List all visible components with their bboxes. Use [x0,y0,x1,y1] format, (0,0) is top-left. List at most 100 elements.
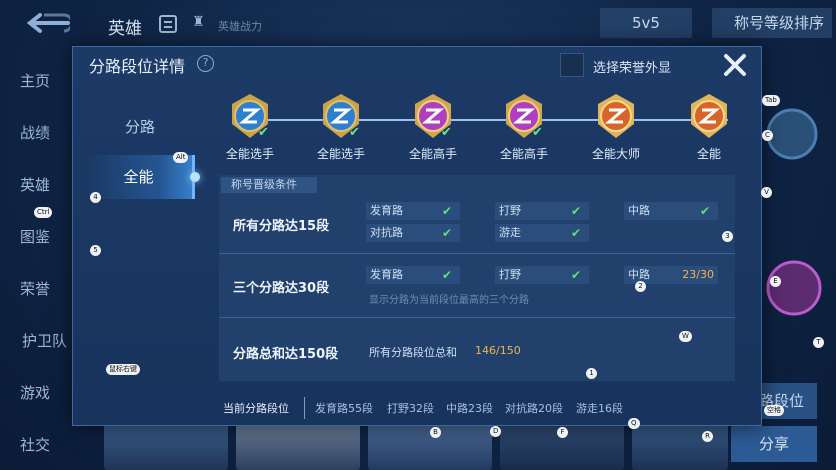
check-icon: ✔ [570,268,581,282]
key-hint: Ctrl [34,207,53,218]
check-icon: ✔ [570,204,581,218]
check-icon: ✔ [441,226,452,240]
sidenav-item-guard[interactable]: 护卫队 [22,330,67,351]
sidenav-item-social[interactable]: 社交 [20,434,50,455]
footer-item: 游走16段 [576,402,623,415]
sidenav-item-hero[interactable]: 英雄 [20,174,50,195]
key-hint: 3 [722,231,733,242]
condition-title: 三个分路达30段 [233,281,330,296]
key-hint: T [813,337,824,348]
key-hint: Q [628,418,640,429]
chip-label: 对抗路 [370,226,403,239]
condition-chip: 发育路 ✔ [366,202,460,220]
key-hint: 2 [635,281,646,292]
rank-name: 全能选手 [225,147,274,161]
tab-all-round-label: 全能 [123,168,154,186]
background-card [632,424,728,470]
check-icon: ✔ [699,204,710,218]
help-icon[interactable]: ? [193,51,218,76]
condition-chip: 打野 ✔ [495,266,589,284]
background-card [236,424,360,470]
footer-item: 打野32段 [387,402,434,415]
sidenav-item-game[interactable]: 游戏 [20,382,50,403]
key-hint: C [762,130,773,141]
key-hint: W [679,331,692,342]
condition-title: 分路总和达150段 [233,347,339,362]
rank-name: 全能高手 [499,147,548,161]
sort-select[interactable]: 称号等级排序 [712,8,832,38]
sidenav-item-honor[interactable]: 荣誉 [20,278,50,299]
key-hint: 空格 [764,405,784,416]
key-hint: R [702,431,713,442]
key-hint: Tab [762,95,780,106]
condition-chip: 打野 ✔ [495,202,589,220]
power-label: 英雄战力 [218,20,262,33]
chip-progress: 23/30 [682,268,714,281]
mode-select[interactable]: 5v5 [600,8,692,38]
condition-note: 显示分路为当前段位最高的三个分路 [369,295,529,306]
rank-name: 全能高手 [408,147,457,161]
background-card [104,424,228,470]
power-icon: ♜ [192,14,205,30]
key-hint: B [430,427,441,438]
footer-divider [304,397,305,419]
divider [219,317,735,318]
rank-item: ✔ 全能选手 [301,93,381,165]
footer-item: 中路23段 [446,402,493,415]
key-hint: 鼠标右键 [106,364,140,375]
conditions-header: 称号晋级条件 [221,177,317,193]
sidenav-item-record[interactable]: 战绩 [20,122,50,143]
chip-label: 中路 [628,204,650,217]
check-icon: ✔ [570,226,581,240]
footer-item: 发育路55段 [315,402,373,415]
sidenav-item-codex[interactable]: 图鉴 [20,226,50,247]
check-icon: ✔ [441,204,452,218]
rank-name: 全能大师 [591,147,640,161]
check-icon: ✔ [441,125,452,140]
chip-label: 发育路 [370,204,403,217]
key-hint: 4 [90,192,101,203]
key-hint: E [770,276,781,287]
honor-display-checkbox[interactable] [560,53,584,77]
share-button[interactable]: 分享 [731,426,817,462]
key-hint: V [761,187,772,198]
check-icon: ✔ [441,268,452,282]
divider [219,253,735,254]
sum-label: 所有分路段位总和 [369,346,457,359]
footer-item: 对抗路20段 [505,402,563,415]
condition-chip: 对抗路 ✔ [366,224,460,242]
sidenav-item-home[interactable]: 主页 [20,70,50,91]
check-icon: ✔ [258,125,269,140]
background-sidenav: 主页 战绩 英雄 图鉴 荣誉 护卫队 游戏 社交 [0,44,74,470]
chip-label: 中路 [628,268,650,281]
rank-name: 全能 [696,147,721,161]
check-icon: ✔ [532,125,543,140]
sum-progress: 146/150 [475,344,521,357]
condition-chip: 游走 ✔ [495,224,589,242]
key-hint: F [557,427,568,438]
modal-title: 分路段位详情 [89,57,186,76]
back-arrow-icon[interactable] [24,12,70,34]
close-icon[interactable] [721,51,749,79]
list-icon[interactable] [159,15,177,33]
chip-label: 打野 [499,268,521,281]
current-rank-footer: 当前分路段位 发育路55段 打野32段 中路23段 对抗路20段 游走16段 [73,391,763,427]
active-indicator-icon [190,172,200,182]
condition-chip: 中路 ✔ [624,202,718,220]
chip-label: 游走 [499,226,521,239]
honor-display-label: 选择荣誉外显 [593,61,672,76]
condition-chip: 发育路 ✔ [366,266,460,284]
rank-item: 全能大师 [576,93,656,165]
chip-label: 发育路 [370,268,403,281]
check-icon: ✔ [349,125,360,140]
condition-title: 所有分路达15段 [233,219,330,234]
rank-item: ✔ 全能高手 [393,93,473,165]
orange-rank-badge-icon [598,94,634,138]
tab-route[interactable]: 分路 [85,105,195,149]
page-title: 英雄 [108,19,142,39]
promotion-conditions-panel: 称号晋级条件 所有分路达15段 发育路 ✔ 打野 ✔ 中路 ✔ 对抗路 ✔ 游走… [219,175,735,381]
route-rank-modal: 分路段位详情 ? 选择荣誉外显 分路 全能 ✔ 全能选手 ✔ 全能选手 ✔ 全能… [72,46,762,426]
rank-name: 全能选手 [316,147,365,161]
rank-item: 全能 [669,93,729,165]
rank-item: ✔ 全能选手 [210,93,290,165]
